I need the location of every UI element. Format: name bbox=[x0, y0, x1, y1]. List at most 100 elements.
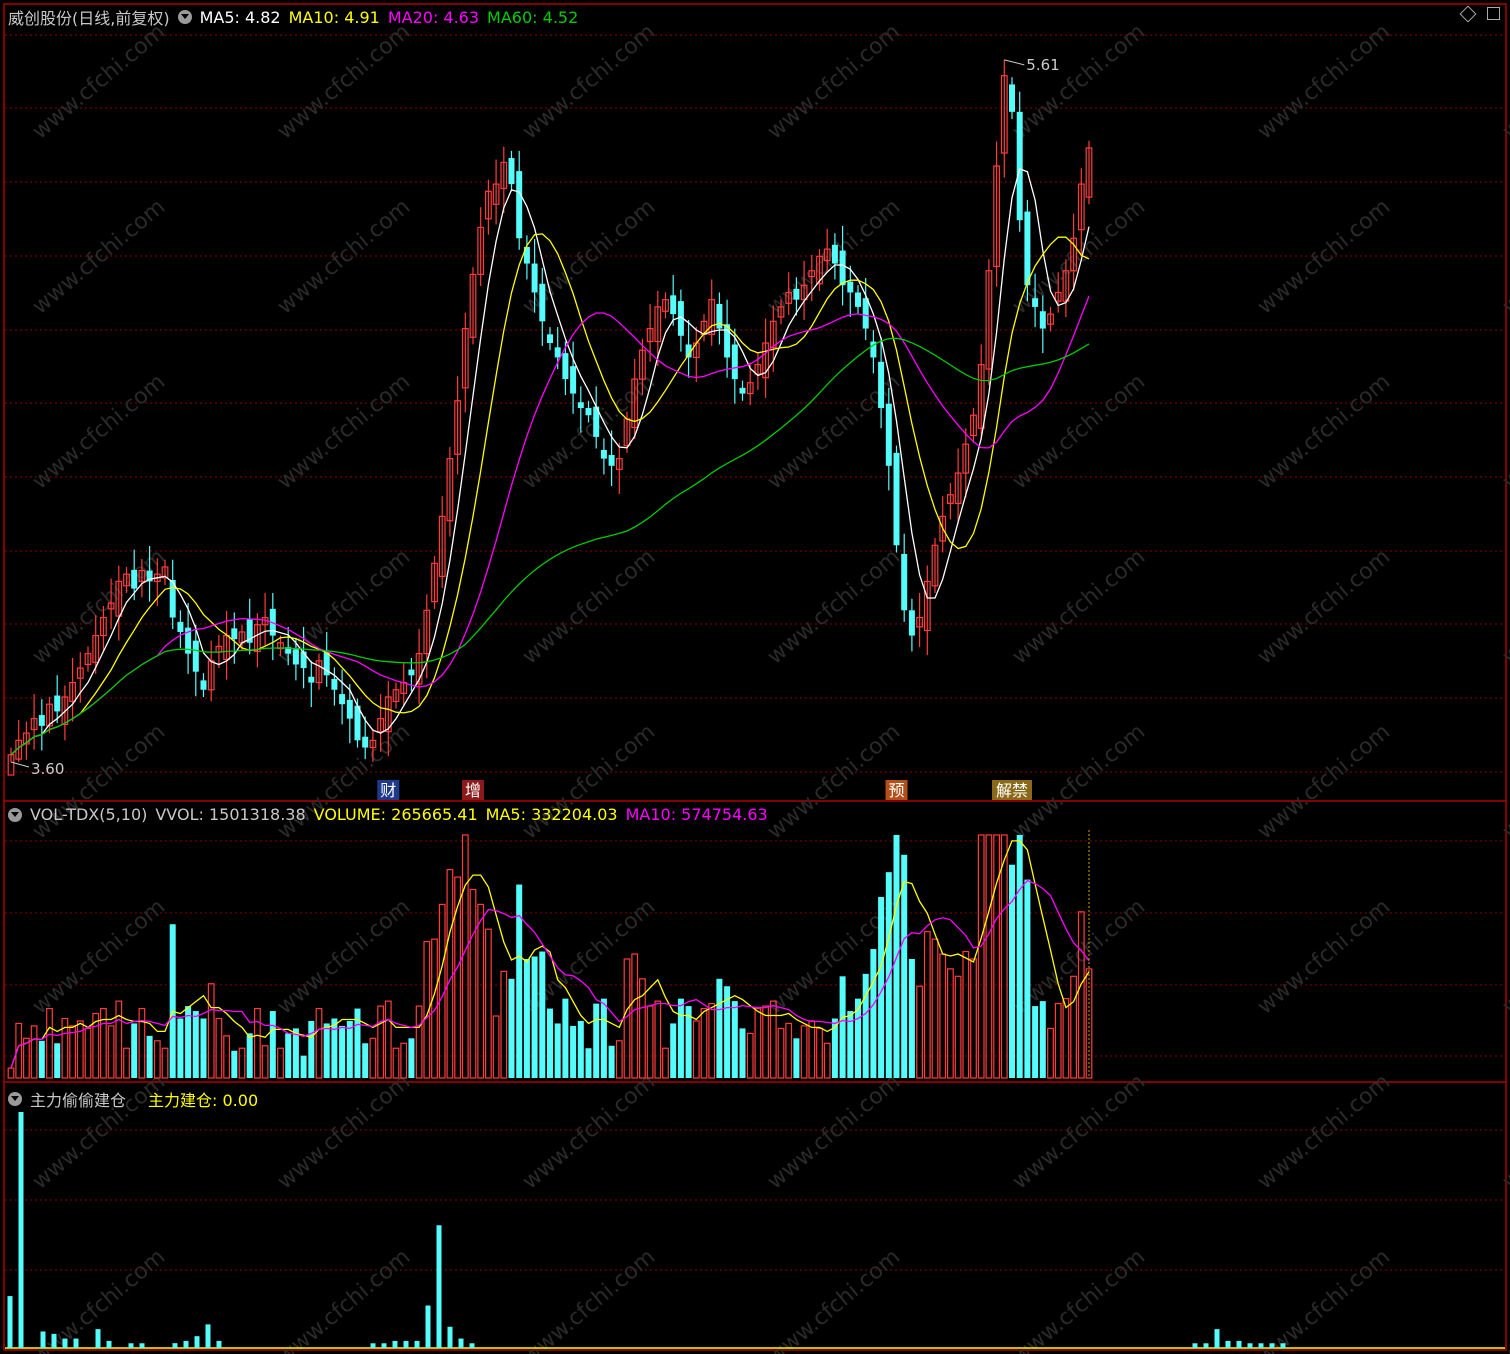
candle-body-down bbox=[362, 736, 369, 748]
ma10-line bbox=[10, 233, 1090, 756]
indicator-bar bbox=[458, 1338, 464, 1348]
maximize-icon[interactable] bbox=[1487, 7, 1500, 20]
indicator-bar bbox=[436, 1225, 442, 1348]
watermark-text: www.cfchi.com bbox=[1253, 194, 1395, 319]
volume-bar-up bbox=[808, 1020, 816, 1079]
candle-body-down bbox=[793, 288, 800, 300]
volume-bar-down bbox=[670, 1023, 677, 1078]
volume-bar-up bbox=[46, 1007, 53, 1079]
volume-bar-up bbox=[469, 888, 477, 1079]
indicator-bar bbox=[62, 1338, 68, 1348]
watermark-text: www.cfchi.com bbox=[273, 1244, 415, 1354]
watermark-text: www.cfchi.com bbox=[1253, 1069, 1395, 1194]
candle-body-down bbox=[547, 334, 553, 344]
candle-body-down bbox=[54, 695, 61, 712]
volume-bar-down bbox=[570, 1025, 577, 1078]
candle-body-down bbox=[1039, 311, 1046, 329]
volume-bar-up bbox=[315, 1007, 323, 1079]
candle-body-down bbox=[562, 353, 569, 380]
candle-body-down bbox=[893, 452, 900, 546]
volume-bar-up bbox=[823, 1042, 831, 1079]
volume-bar-up bbox=[415, 1005, 423, 1079]
volume-bar-down bbox=[585, 1048, 592, 1078]
indicator-bar bbox=[469, 1343, 475, 1348]
candle-body-down bbox=[739, 387, 746, 394]
indicator-bar bbox=[392, 1340, 398, 1348]
watermark-text: www.cfchi.com bbox=[28, 19, 170, 144]
watermark-text: www.cfchi.com bbox=[1008, 544, 1150, 669]
event-marker-text: 财 bbox=[380, 781, 396, 800]
volume-bar-up bbox=[477, 903, 485, 1079]
vol-indicator-name[interactable]: VOL-TDX(5,10) bbox=[30, 805, 147, 824]
volume-bar-down bbox=[870, 949, 877, 1078]
candle-body-down bbox=[901, 553, 908, 611]
indicator-bar bbox=[1236, 1340, 1242, 1348]
watermark-text: www.cfchi.com bbox=[1008, 369, 1150, 494]
watermark-text: www.cfchi.com bbox=[28, 894, 170, 1019]
indicator-bar bbox=[1280, 1343, 1286, 1348]
volume-bar-up bbox=[708, 1002, 716, 1079]
high-price-label: 5.61 bbox=[1026, 56, 1059, 74]
watermark-text: www.cfchi.com bbox=[1253, 1244, 1395, 1354]
watermark-text: www.cfchi.com bbox=[1498, 194, 1510, 319]
dropdown-icon[interactable] bbox=[8, 1092, 22, 1106]
volume-bar-up bbox=[816, 1027, 823, 1079]
volume-bar-down bbox=[531, 956, 538, 1078]
watermark-text: www.cfchi.com bbox=[1253, 544, 1395, 669]
volume-bar-up bbox=[954, 975, 962, 1079]
watermark-text: www.cfchi.com bbox=[28, 369, 170, 494]
indicator-bar bbox=[1192, 1343, 1198, 1348]
indicator-bar bbox=[447, 1326, 453, 1348]
stock-chart-window: www.cfchi.com www.cfchi.com www.cfchi.com w… bbox=[0, 0, 1510, 1354]
watermark-text: www.cfchi.com bbox=[518, 369, 660, 494]
volume-bar-up bbox=[207, 983, 215, 1079]
volume-bar-up bbox=[939, 953, 947, 1079]
volume-bar-up bbox=[238, 1047, 246, 1079]
volume-bar-down bbox=[731, 1001, 738, 1078]
watermark-text: www.cfchi.com bbox=[518, 19, 660, 144]
volume-bar-down bbox=[1039, 1001, 1046, 1078]
volume-bar-up bbox=[993, 834, 1000, 1079]
candle-body-down bbox=[570, 366, 577, 394]
volume-bar-up bbox=[69, 1025, 77, 1079]
watermark-text: www.cfchi.com bbox=[763, 1244, 905, 1354]
indicator-bar bbox=[205, 1324, 211, 1348]
dropdown-icon[interactable] bbox=[8, 807, 22, 822]
indicator-bar bbox=[370, 1343, 376, 1348]
watermark-text: www.cfchi.com bbox=[1498, 1069, 1510, 1194]
watermark-text: www.cfchi.com bbox=[763, 544, 905, 669]
candle-body-down bbox=[531, 263, 538, 293]
vol-ma5-value: MA5: 332204.03 bbox=[485, 805, 618, 824]
volume-bar-up bbox=[985, 834, 993, 1079]
watermark-text: www.cfchi.com bbox=[28, 719, 170, 844]
watermark-text: www.cfchi.com bbox=[518, 194, 660, 319]
volume-bar-up bbox=[254, 1007, 261, 1079]
volume-bar-up bbox=[76, 1020, 84, 1079]
volume-bar-down bbox=[146, 1035, 153, 1078]
volume-bar-up bbox=[916, 985, 923, 1079]
indicator-name[interactable]: 主力偷偷建仓 bbox=[30, 1087, 126, 1111]
ma5-value: MA5: 4.82 bbox=[199, 7, 281, 27]
volume-bar-up bbox=[777, 1027, 785, 1079]
volume-bar-up bbox=[215, 1017, 223, 1079]
candle-body-down bbox=[177, 621, 184, 632]
dropdown-icon[interactable] bbox=[177, 10, 192, 24]
volume-bar-up bbox=[631, 953, 639, 1079]
indicator-bar bbox=[194, 1336, 200, 1348]
stock-title[interactable]: 威创股份(日线,前复权) bbox=[8, 5, 170, 29]
volume-bar-down bbox=[608, 1045, 615, 1078]
volume-bar-down bbox=[677, 998, 684, 1078]
candle-body-down bbox=[831, 244, 838, 264]
volume-bar-down bbox=[131, 1023, 138, 1078]
candle-body-down bbox=[1016, 111, 1023, 221]
kline-chart-svg[interactable]: www.cfchi.com www.cfchi.com www.cfchi.com w… bbox=[0, 0, 1510, 1354]
candle-body-down bbox=[885, 403, 892, 466]
volume-bar-up bbox=[931, 938, 939, 1079]
volume-bar-down bbox=[562, 998, 569, 1078]
volume-bar-down bbox=[177, 1018, 184, 1078]
indicator-bar bbox=[403, 1340, 409, 1348]
volume-bar-up bbox=[84, 1027, 92, 1079]
volume-bar-up bbox=[692, 1020, 700, 1079]
candle-body-down bbox=[339, 694, 346, 705]
candle-body-down bbox=[670, 295, 677, 315]
